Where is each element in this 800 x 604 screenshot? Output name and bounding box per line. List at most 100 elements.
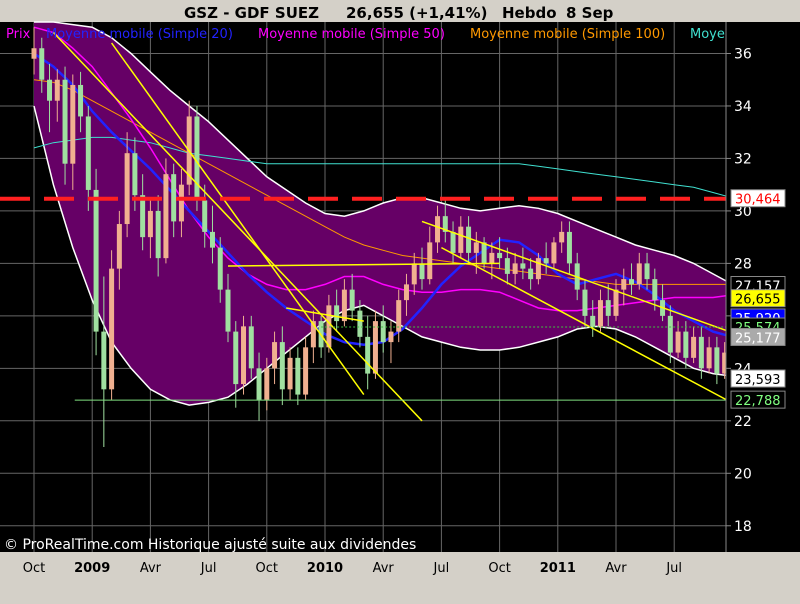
- candle-body: [458, 226, 464, 253]
- candle-body: [714, 347, 720, 374]
- candle-body: [272, 342, 278, 369]
- candle-body: [178, 184, 184, 222]
- candle-body: [163, 174, 169, 259]
- candle-body: [543, 258, 549, 264]
- candle-body: [47, 79, 53, 101]
- candle-body: [93, 189, 99, 332]
- candle-body: [388, 331, 394, 343]
- candle-body: [124, 153, 130, 225]
- candle-body: [365, 336, 371, 374]
- price-label: 22,788: [735, 394, 781, 409]
- y-tick-label: 28: [734, 256, 752, 272]
- candle-body: [303, 347, 309, 395]
- candle-body: [155, 210, 161, 259]
- title-period: Hebdo: [502, 4, 557, 22]
- candle-body: [481, 242, 487, 264]
- y-tick-label: 18: [734, 519, 752, 535]
- candle-body: [566, 231, 572, 264]
- candle-body: [279, 342, 285, 390]
- candle-body: [605, 300, 611, 316]
- candle-body: [287, 357, 293, 390]
- candle-body: [435, 216, 441, 243]
- price-label: 23,593: [735, 373, 781, 388]
- candle-body: [256, 368, 262, 400]
- legend-ma20: Moyenne mobile (Simple 20): [46, 27, 233, 42]
- chart-title: GSZ - GDF SUEZ 26,655 (+1,41%) Hebdo 8 S…: [184, 4, 614, 22]
- candle-body: [528, 268, 534, 280]
- candle-body: [582, 289, 588, 316]
- candle-body: [675, 331, 681, 353]
- x-tick-label: Jul: [665, 561, 682, 576]
- candle-body: [698, 336, 704, 369]
- candle-body: [326, 305, 332, 348]
- candle-body: [489, 252, 495, 264]
- x-tick-label: Jul: [200, 561, 217, 576]
- candle-body: [334, 305, 340, 322]
- candle-body: [109, 268, 115, 390]
- candle-body: [520, 263, 526, 269]
- legend-prix: Prix: [6, 27, 31, 42]
- y-tick-label: 20: [734, 466, 752, 482]
- chart-svg: GSZ - GDF SUEZ 26,655 (+1,41%) Hebdo 8 S…: [0, 0, 800, 600]
- y-tick-label: 36: [734, 46, 752, 62]
- title-date: 8 Sep: [566, 4, 614, 22]
- candle-body: [559, 231, 565, 243]
- candle-body: [450, 231, 456, 253]
- candle-body: [403, 284, 409, 301]
- candle-body: [78, 84, 84, 117]
- candle-body: [551, 242, 557, 264]
- candle-body: [171, 174, 177, 222]
- candle-body: [706, 347, 712, 369]
- candle-body: [621, 279, 627, 290]
- candle-body: [652, 279, 658, 301]
- candle-body: [691, 336, 697, 358]
- x-tick-label: 2010: [307, 561, 343, 576]
- x-tick-label: 2011: [540, 561, 576, 576]
- candle-body: [225, 289, 231, 332]
- candle-body: [248, 326, 254, 369]
- candle-body: [629, 279, 635, 285]
- candle-body: [54, 79, 60, 101]
- y-tick-label: 22: [734, 414, 752, 430]
- legend-ma50: Moyenne mobile (Simple 50): [258, 27, 445, 42]
- candle-body: [644, 263, 650, 280]
- candle-body: [116, 224, 122, 269]
- candle-body: [209, 231, 215, 248]
- candle-body: [341, 289, 347, 322]
- candle-body: [419, 263, 425, 280]
- candle-body: [535, 258, 541, 280]
- candle-body: [349, 289, 355, 311]
- candle-body: [512, 263, 518, 274]
- candle-body: [70, 84, 76, 164]
- candle-body: [613, 289, 619, 316]
- candle-body: [62, 79, 68, 164]
- price-label: 25,177: [735, 331, 781, 346]
- candle-body: [39, 48, 45, 80]
- x-tick-label: Avr: [373, 561, 395, 576]
- y-tick-label: 34: [734, 99, 752, 115]
- candle-body: [372, 321, 378, 374]
- axis-background: [0, 552, 800, 600]
- candle-body: [504, 258, 510, 274]
- candle-body: [683, 331, 689, 358]
- candle-body: [411, 263, 417, 285]
- candle-body: [264, 368, 270, 400]
- candle-body: [357, 310, 363, 337]
- candle-body: [497, 252, 503, 259]
- candle-body: [667, 315, 673, 353]
- candle-body: [233, 331, 239, 385]
- chart-root: GSZ - GDF SUEZ 26,655 (+1,41%) Hebdo 8 S…: [0, 0, 800, 600]
- candle-body: [380, 321, 386, 343]
- x-tick-label: Oct: [488, 561, 510, 576]
- candle-body: [295, 357, 301, 395]
- candle-body: [590, 315, 596, 327]
- candle-body: [202, 200, 208, 232]
- x-tick-label: Avr: [605, 561, 627, 576]
- candle-body: [217, 247, 223, 290]
- chart-legend: Prix Moyenne mobile (Simple 20) Moyenne …: [6, 27, 725, 42]
- y-tick-label: 32: [734, 151, 752, 167]
- candle-body: [101, 331, 107, 390]
- legend-ma200: Moye: [690, 27, 725, 42]
- x-tick-label: Jul: [433, 561, 450, 576]
- x-tick-label: 2009: [74, 561, 110, 576]
